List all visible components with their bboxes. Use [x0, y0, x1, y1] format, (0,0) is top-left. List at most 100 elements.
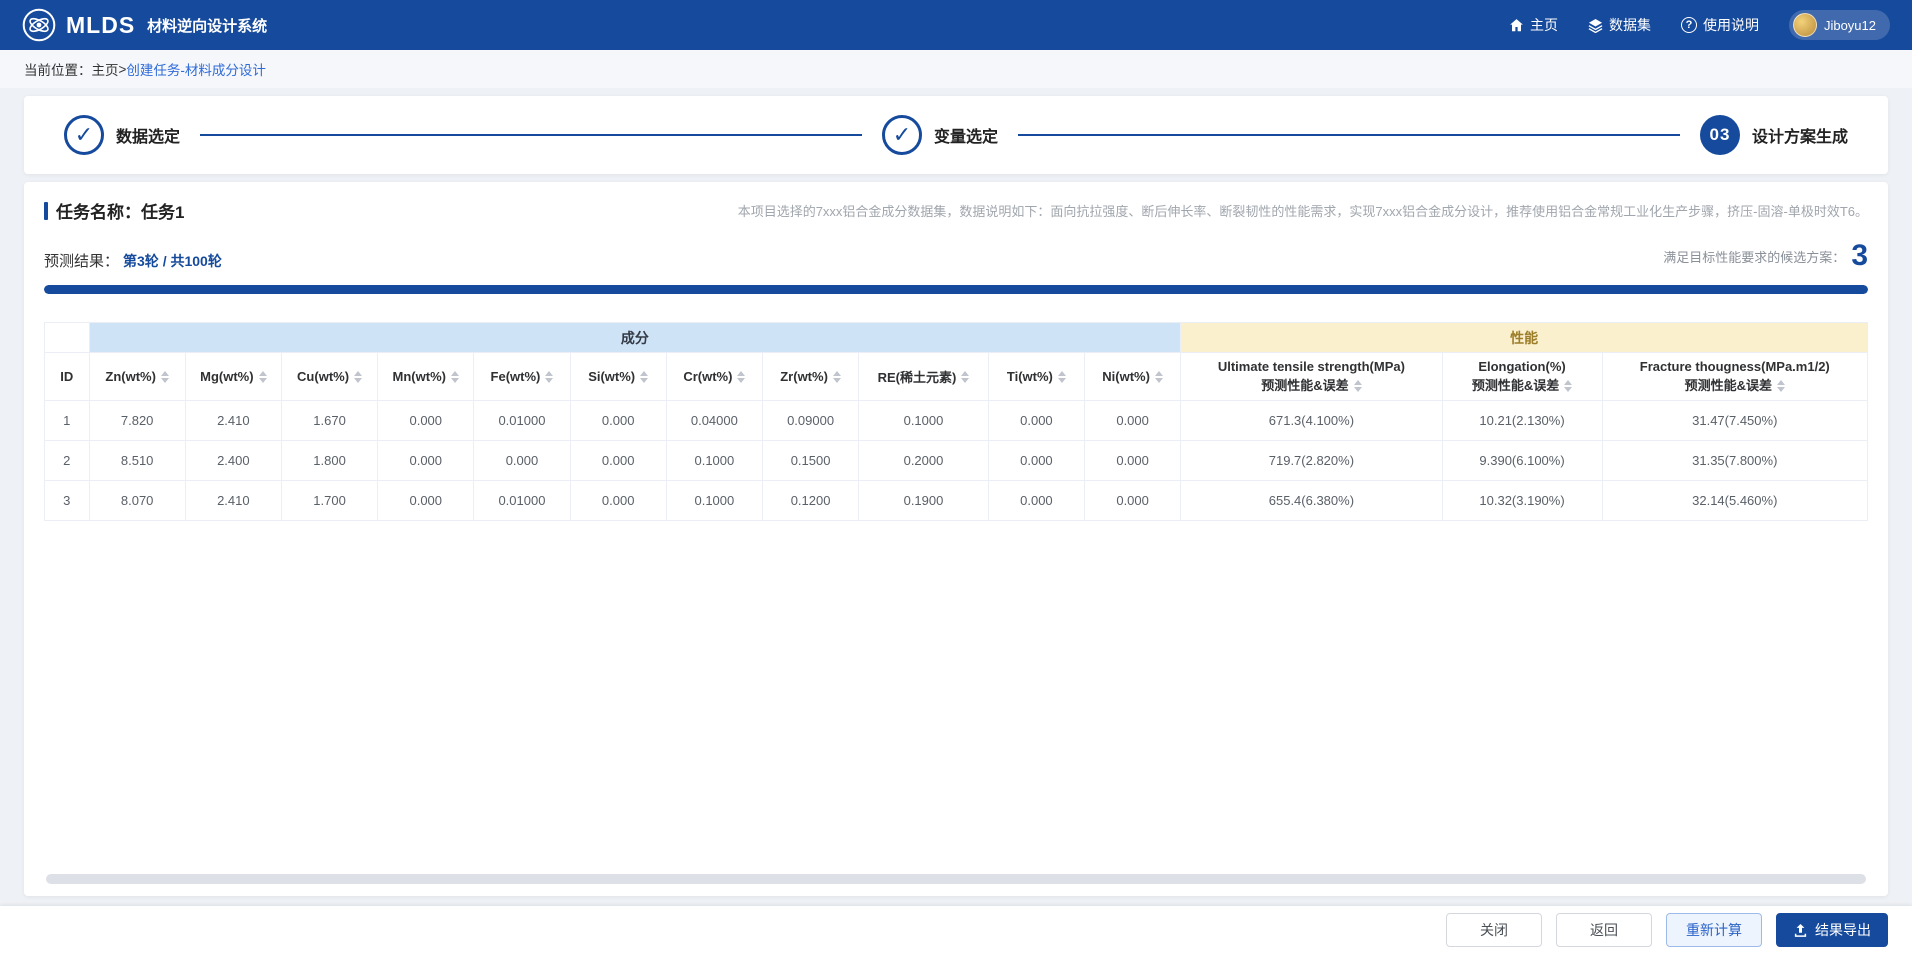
id-band-blank	[44, 322, 90, 353]
table-row: 1 7.820 2.410 1.670 0.000 0.01000 0.000 0.04000…	[44, 400, 1869, 441]
sort-icon[interactable]	[1154, 370, 1163, 383]
export-icon	[1793, 923, 1808, 938]
sort-icon[interactable]	[737, 370, 746, 383]
cell-composition: 1.700	[280, 480, 379, 521]
top-navbar: MLDS 材料逆向设计系统 主页 数据集 ? 使用说明 Jiboyu12	[0, 0, 1912, 50]
col-header-composition[interactable]: Ni(wt%)	[1083, 352, 1182, 401]
sort-icon[interactable]	[1776, 379, 1785, 392]
col-header-composition[interactable]: Cr(wt%)	[665, 352, 763, 401]
sort-icon[interactable]	[258, 370, 267, 383]
step-variable-selection: ✓ 变量选定	[882, 115, 998, 155]
brand-area: MLDS 材料逆向设计系统	[22, 8, 267, 42]
cell-performance: 32.14(5.460%)	[1601, 480, 1869, 521]
sort-icon[interactable]	[354, 370, 363, 383]
dataset-icon	[1588, 18, 1603, 33]
nav-item-dataset[interactable]: 数据集	[1588, 15, 1651, 35]
cell-composition: 0.1200	[761, 480, 860, 521]
sort-icon[interactable]	[832, 370, 841, 383]
sort-icon[interactable]	[545, 370, 554, 383]
horizontal-scrollbar[interactable]	[46, 874, 1866, 884]
nav-item-help[interactable]: ? 使用说明	[1680, 15, 1759, 35]
col-header-performance[interactable]: Fracture thougness(MPa.m1/2) 预测性能&误差	[1601, 352, 1869, 401]
sort-icon[interactable]	[640, 370, 649, 383]
col-header-sublabel: 预测性能&误差	[1261, 377, 1349, 393]
col-header-sublabel: 预测性能&误差	[1471, 377, 1560, 393]
col-header-composition[interactable]: Fe(wt%)	[473, 352, 571, 401]
cell-composition: 0.1000	[665, 440, 763, 481]
cell-id: 2	[44, 440, 90, 481]
cell-composition: 2.410	[184, 400, 282, 441]
close-button[interactable]: 关闭	[1446, 913, 1542, 947]
col-header-composition[interactable]: Zr(wt%)	[761, 352, 860, 401]
nav-label: 使用说明	[1702, 17, 1759, 33]
check-icon: ✓	[882, 115, 922, 155]
col-header-performance[interactable]: Ultimate tensile strength(MPa) 预测性能&误差	[1180, 352, 1443, 401]
sort-icon[interactable]	[1353, 379, 1362, 392]
col-header-label: Cu(wt%)	[297, 369, 350, 384]
sort-icon[interactable]	[1564, 379, 1573, 392]
cell-id: 3	[44, 480, 90, 521]
sort-icon[interactable]	[961, 370, 970, 383]
col-header-composition[interactable]: Si(wt%)	[569, 352, 667, 401]
brand-subtitle: 材料逆向设计系统	[147, 17, 268, 35]
col-header-sublabel: 预测性能&误差	[1684, 377, 1772, 393]
step-label: 设计方案生成	[1752, 129, 1849, 146]
sort-icon[interactable]	[450, 370, 459, 383]
sort-icon[interactable]	[1057, 370, 1066, 383]
export-results-button[interactable]: 结果导出	[1776, 913, 1888, 947]
col-header-composition[interactable]: Mg(wt%)	[184, 352, 282, 401]
composition-group-header: 成分	[88, 322, 1182, 353]
nav-label: 主页	[1529, 17, 1558, 33]
nav-label: 数据集	[1608, 17, 1651, 33]
col-header-label: Fe(wt%)	[490, 369, 541, 384]
cell-composition: 0.000	[987, 440, 1086, 481]
user-menu[interactable]: Jiboyu12	[1788, 10, 1890, 40]
cell-composition: 0.01000	[473, 400, 571, 441]
col-header-composition[interactable]: RE(稀土元素)	[858, 352, 989, 401]
cell-composition: 0.000	[1083, 480, 1182, 521]
col-header-label: Cr(wt%)	[683, 369, 733, 384]
cell-composition: 0.09000	[761, 400, 860, 441]
nav-menu: 主页 数据集 ? 使用说明 Jiboyu12	[1509, 10, 1890, 40]
col-header-performance[interactable]: Elongation(%) 预测性能&误差	[1441, 352, 1603, 401]
cell-performance: 719.7(2.820%)	[1180, 440, 1443, 481]
result-panel: 任务名称：任务1 本项目选择的7xxx铝合金成分数据集，数据说明如下：面向抗拉强…	[24, 182, 1888, 896]
col-header-composition[interactable]: Cu(wt%)	[280, 352, 379, 401]
results-table-wrap: 成分 性能 ID Zn(wt%) Mg(wt%) Cu(wt%) Mn(wt%) Fe(wt%…	[44, 322, 1869, 521]
task-name: 任务名称：任务1	[56, 203, 185, 222]
col-header-composition[interactable]: Ti(wt%)	[987, 352, 1086, 401]
step-connector	[1018, 134, 1680, 136]
cell-composition: 0.000	[377, 440, 475, 481]
back-button[interactable]: 返回	[1556, 913, 1652, 947]
col-header-composition[interactable]: Zn(wt%)	[88, 352, 186, 401]
nav-item-home[interactable]: 主页	[1509, 15, 1558, 35]
breadcrumb-prefix: 当前位置：	[24, 63, 92, 78]
breadcrumb-current[interactable]: 创建任务-材料成分设计	[126, 59, 266, 79]
col-header-label: Elongation(%)	[1478, 358, 1566, 374]
recalculate-button[interactable]: 重新计算	[1666, 913, 1762, 947]
cell-composition: 0.000	[377, 480, 475, 521]
col-header-composition[interactable]: Mn(wt%)	[377, 352, 475, 401]
cell-composition: 0.000	[569, 440, 667, 481]
breadcrumb-home[interactable]: 主页	[92, 59, 119, 79]
sort-icon[interactable]	[160, 370, 169, 383]
dataset-description: 本项目选择的7xxx铝合金成分数据集，数据说明如下：面向抗拉强度、断后伸长率、断…	[737, 204, 1868, 219]
cell-composition: 0.000	[1083, 440, 1182, 481]
avatar	[1792, 13, 1817, 37]
cell-composition: 0.04000	[665, 400, 763, 441]
brand-title: MLDS	[66, 11, 136, 38]
cell-composition: 1.800	[280, 440, 379, 481]
help-icon: ?	[1680, 17, 1697, 33]
cell-composition: 0.000	[377, 400, 475, 441]
cell-composition: 7.820	[88, 400, 186, 441]
cell-composition: 0.000	[473, 440, 571, 481]
breadcrumb-separator: >	[118, 61, 127, 77]
cell-composition: 0.1000	[858, 400, 989, 441]
step-label: 变量选定	[934, 129, 999, 146]
cell-composition: 8.070	[88, 480, 186, 521]
cell-composition: 0.000	[569, 480, 667, 521]
task-title: 任务名称：任务1	[44, 198, 184, 223]
col-header-label: Mg(wt%)	[200, 369, 254, 384]
col-header-label: Mn(wt%)	[392, 369, 446, 384]
cell-composition: 0.01000	[473, 480, 571, 521]
